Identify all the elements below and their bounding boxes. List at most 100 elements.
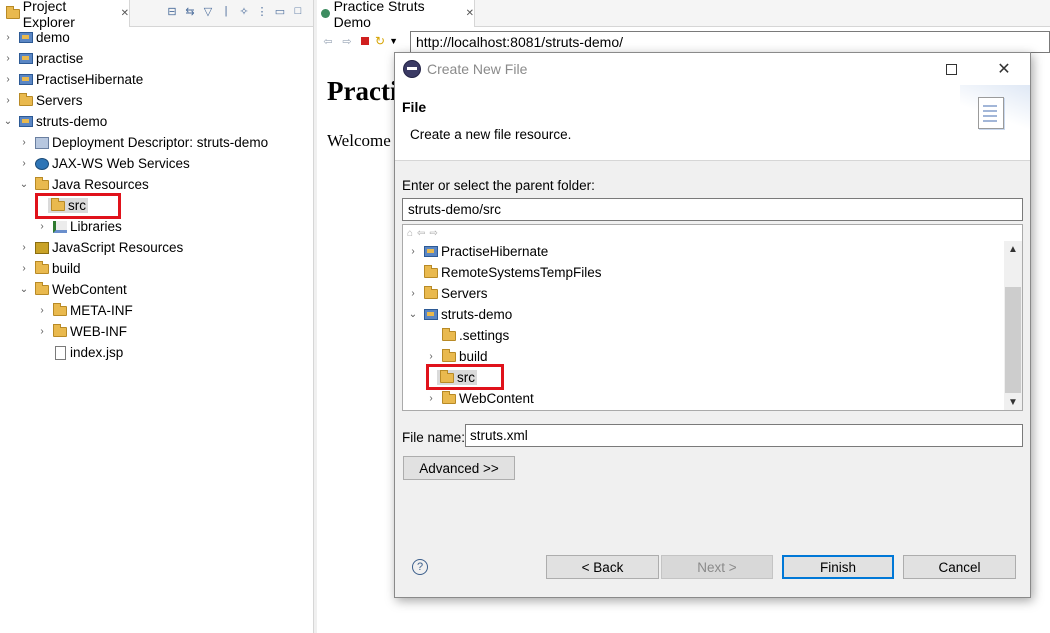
tree-item-java-resources[interactable]: ⌄ Java Resources [0, 174, 313, 195]
folder-icon [441, 348, 457, 364]
forward-arrow-icon[interactable]: ⇨ [339, 33, 355, 49]
expand-icon[interactable]: › [2, 53, 14, 64]
close-icon[interactable]: ✕ [121, 8, 129, 19]
tree-item-build[interactable]: › build [0, 258, 313, 279]
project-icon [18, 115, 34, 129]
cancel-button[interactable]: Cancel [903, 555, 1016, 579]
globe-icon [321, 9, 330, 18]
stop-icon[interactable] [361, 37, 369, 45]
expand-icon[interactable]: › [36, 305, 48, 316]
eclipse-icon [403, 60, 421, 78]
expand-icon[interactable]: › [2, 95, 14, 106]
scrollbar-thumb[interactable] [1005, 287, 1021, 393]
home-icon[interactable]: ⌂ [407, 228, 413, 239]
highlight-box [35, 193, 121, 219]
chevron-down-icon[interactable]: ▼ [389, 36, 398, 46]
project-icon [18, 52, 34, 66]
tree-item-libraries[interactable]: › Libraries [0, 216, 313, 237]
tree-item-servers[interactable]: › Servers [407, 283, 488, 304]
tree-item-web-inf[interactable]: › WEB-INF [0, 321, 313, 342]
tree-item-label: struts-demo [36, 114, 108, 129]
tree-item-label: .settings [459, 328, 510, 343]
project-icon [423, 308, 439, 322]
tree-item-meta-inf[interactable]: › META-INF [0, 300, 313, 321]
browser-toolbar: ⇦ ⇨ ↻ ▼ http://localhost:8081/struts-dem… [317, 28, 1050, 54]
expand-icon[interactable]: › [36, 221, 48, 232]
expand-icon[interactable]: › [2, 32, 14, 43]
minimize-icon[interactable]: ▭ [273, 4, 287, 18]
tree-item-label: Servers [36, 93, 83, 108]
page-text: Welcome [327, 131, 391, 150]
filter-icon[interactable]: ▽ [201, 4, 215, 18]
expand-icon[interactable]: › [18, 158, 30, 169]
tree-item-jax-ws[interactable]: › JAX-WS Web Services [0, 153, 313, 174]
tree-item-practise[interactable]: › practise [0, 48, 313, 69]
collapse-icon[interactable]: ⌄ [18, 179, 30, 190]
tree-item-label: build [459, 349, 488, 364]
folder-icon [34, 281, 50, 297]
maximize-icon[interactable]: □ [291, 4, 305, 18]
expand-icon[interactable]: › [36, 326, 48, 337]
expand-icon[interactable]: › [425, 393, 437, 404]
sync-icon[interactable]: ✧ [237, 4, 251, 18]
collapse-icon[interactable]: ⌄ [18, 284, 30, 295]
tree-item-practisehibernate[interactable]: › PractiseHibernate [0, 69, 313, 90]
forward-arrow-icon[interactable]: ⇨ [429, 228, 437, 239]
back-button[interactable]: < Back [546, 555, 659, 579]
expand-icon[interactable]: › [18, 263, 30, 274]
expand-icon[interactable]: › [407, 246, 419, 257]
collapse-all-icon[interactable]: ⊟ [165, 4, 179, 18]
vertical-scrollbar[interactable]: ▲ ▼ [1004, 241, 1022, 410]
folder-icon [52, 323, 68, 339]
tree-item-struts-demo[interactable]: ⌄ struts-demo [407, 304, 512, 325]
parent-folder-input[interactable]: struts-demo/src [402, 198, 1023, 221]
expand-icon[interactable]: › [18, 137, 30, 148]
link-with-editor-icon[interactable]: ⇆ [183, 4, 197, 18]
file-name-input[interactable]: struts.xml [465, 424, 1023, 447]
tree-item-label: JavaScript Resources [52, 240, 184, 255]
scroll-up-icon[interactable]: ▲ [1004, 241, 1022, 258]
tree-item-deployment-descriptor[interactable]: › Deployment Descriptor: struts-demo [0, 132, 313, 153]
expand-icon[interactable]: › [18, 242, 30, 253]
finish-button[interactable]: Finish [782, 555, 894, 579]
java-resources-icon [34, 176, 50, 192]
tree-item-webcontent[interactable]: ⌄ WebContent [0, 279, 313, 300]
url-field[interactable]: http://localhost:8081/struts-demo/ [410, 31, 1050, 53]
tree-item-servers[interactable]: › Servers [0, 90, 313, 111]
tree-item-label: build [52, 261, 81, 276]
tree-item-practisehibernate[interactable]: › PractiseHibernate [407, 241, 548, 262]
dialog-title-bar[interactable]: Create New File ✕ [395, 53, 1030, 85]
project-explorer-tab-label: Project Explorer [22, 0, 75, 30]
tree-item-javascript-resources[interactable]: › JavaScript Resources [0, 237, 313, 258]
back-arrow-icon[interactable]: ⇦ [320, 33, 336, 49]
tree-item-label: WEB-INF [70, 324, 127, 339]
tree-item-settings[interactable]: .settings [425, 325, 509, 346]
tree-item-remotesystemstempfiles[interactable]: RemoteSystemsTempFiles [407, 262, 602, 283]
project-icon [423, 245, 439, 259]
close-button[interactable]: ✕ [981, 53, 1027, 85]
expand-icon[interactable]: › [425, 351, 437, 362]
collapse-icon[interactable]: ⌄ [407, 309, 419, 320]
refresh-icon[interactable]: ↻ [375, 34, 385, 48]
close-icon[interactable]: ✕ [466, 8, 474, 19]
tree-item-struts-demo[interactable]: ⌄ struts-demo [0, 111, 313, 132]
maximize-button[interactable] [928, 53, 974, 85]
project-explorer-tab[interactable]: Project Explorer ✕ [0, 0, 130, 30]
tree-item-index-jsp[interactable]: index.jsp [0, 342, 313, 363]
view-menu-icon[interactable]: ⋮ [255, 4, 269, 18]
expand-icon[interactable]: › [407, 288, 419, 299]
tree-item-webcontent[interactable]: › WebContent [425, 388, 534, 409]
advanced-button[interactable]: Advanced >> [403, 456, 515, 480]
next-button[interactable]: Next > [661, 555, 773, 579]
tree-item-label: demo [36, 30, 70, 45]
tree-item-label: struts-demo [441, 307, 513, 322]
tree-item-label: RemoteSystemsTempFiles [441, 265, 602, 280]
tree-item-demo[interactable]: › demo [0, 27, 313, 48]
collapse-icon[interactable]: ⌄ [2, 116, 14, 127]
expand-icon[interactable]: › [2, 74, 14, 85]
scroll-down-icon[interactable]: ▼ [1004, 394, 1022, 410]
tree-item-label: Java Resources [52, 177, 149, 192]
help-icon[interactable]: ? [412, 559, 428, 575]
back-arrow-icon[interactable]: ⇦ [417, 228, 425, 239]
practice-struts-demo-tab[interactable]: Practice Struts Demo ✕ [317, 0, 475, 30]
